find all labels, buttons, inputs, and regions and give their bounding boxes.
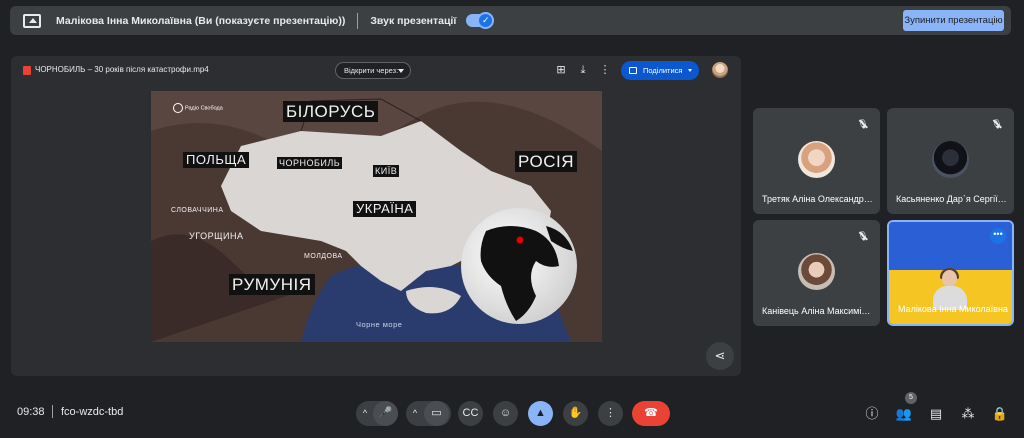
present-screen-icon (23, 13, 41, 28)
emoji-button[interactable]: ☺ (493, 401, 518, 426)
avatar (932, 141, 969, 178)
map-label-chornobyl: ЧОРНОБИЛЬ (277, 157, 343, 169)
participant-name: Третяк Аліна Олександрівна (762, 194, 873, 204)
video-frame[interactable]: Радіо Свобода БІЛОРУСЬ РОСІЯ РУМУНІЯ ПОЛ… (151, 91, 602, 342)
add-comment-icon[interactable]: ⊞ (554, 63, 568, 77)
participant-name: Малікова Інна Миколаївна (898, 304, 1008, 314)
open-with-dropdown[interactable]: Відкрити через: (335, 62, 411, 79)
map-label-kyiv: КИЇВ (373, 165, 400, 177)
captions-button[interactable]: CC (458, 401, 483, 426)
divider (52, 405, 53, 418)
viewer-toolbar: ЧОРНОБИЛЬ – 30 років після катастрофи.mp… (11, 56, 741, 84)
check-icon: ✓ (477, 12, 495, 29)
presentation-audio-toggle[interactable]: ✓ (466, 12, 495, 29)
participant-tile[interactable]: 🎙 Третяк Аліна Олександрівна (753, 108, 880, 214)
map-label-moldova: МОЛДОВА (304, 253, 343, 260)
share-button[interactable]: Поділитися (621, 61, 699, 80)
map-label-poland: ПОЛЬЩА (183, 152, 250, 168)
meet-window: Малікова Інна Миколаївна (Ви (показуєте … (0, 0, 1024, 438)
chevron-down-icon (688, 69, 692, 72)
divider (357, 12, 359, 29)
open-with-label: Відкрити через (344, 66, 397, 75)
more-options-button[interactable]: ⋮ (598, 401, 623, 426)
more-vert-icon[interactable]: ⋮ (598, 63, 612, 77)
map-label-romania: РУМУНІЯ (229, 274, 315, 295)
camera-button[interactable]: ▭ (424, 401, 449, 426)
raise-hand-button[interactable]: ✋ (563, 401, 588, 426)
map-label-hungary: УГОРЩИНА (189, 231, 244, 241)
participant-tile[interactable]: 🎙 Касьяненко Дар`я Сергіївна (887, 108, 1014, 214)
clock: 09:38 (17, 406, 45, 418)
participant-count-badge: 5 (905, 392, 917, 404)
participant-name: Канівець Аліна Максимівна (762, 306, 873, 316)
map-label-ukraine: УКРАЇНА (353, 201, 417, 217)
meeting-code: fco-wzdc-tbd (61, 406, 124, 418)
mic-off-icon: 🎙 (991, 119, 1003, 129)
avatar (798, 253, 835, 290)
map-label-black-sea: Чорне море (356, 320, 403, 329)
activities-icon[interactable]: ⁂ (959, 405, 977, 423)
map-label-slovakia: СЛОВАЧЧИНА (171, 207, 224, 214)
account-avatar[interactable] (712, 62, 728, 78)
participant-tile-self[interactable]: ••• Малікова Інна Миколаївна (887, 220, 1014, 326)
share-icon[interactable]: ⋖ (706, 342, 734, 370)
chevron-up-icon[interactable]: ^ (407, 401, 423, 426)
participant-name: Касьяненко Дар`я Сергіївна (896, 194, 1007, 204)
present-button[interactable]: ▲ (528, 401, 553, 426)
avatar (798, 141, 835, 178)
info-icon[interactable]: ⓘ (863, 405, 881, 423)
map-label-belarus: БІЛОРУСЬ (283, 101, 379, 122)
map-label-russia: РОСІЯ (515, 151, 577, 172)
chat-icon[interactable]: ▤ (927, 405, 945, 423)
more-options-icon[interactable]: ••• (990, 228, 1006, 244)
file-name: ЧОРНОБИЛЬ – 30 років після катастрофи.mp… (35, 65, 209, 74)
stop-presenting-button[interactable]: Зупинити презентацію (903, 10, 1004, 31)
presenter-status-text: Малікова Інна Миколаївна (Ви (показуєте … (56, 14, 346, 27)
share-label: Поділитися (643, 66, 683, 75)
mic-button[interactable]: 🎤 (373, 401, 398, 426)
chevron-up-icon[interactable]: ^ (357, 401, 373, 426)
globe (461, 208, 577, 324)
download-icon[interactable]: ⤓ (576, 63, 590, 77)
presenting-bar: Малікова Інна Миколаївна (Ви (показуєте … (10, 6, 1011, 35)
people-icon[interactable]: 👥 (895, 405, 913, 423)
host-controls-icon[interactable]: 🔒 (991, 405, 1009, 423)
mic-off-icon: 🎙 (857, 231, 869, 241)
leave-call-button[interactable]: ☎ (632, 401, 670, 426)
radio-svoboda-logo: Радіо Свобода (173, 103, 223, 113)
video-file-icon (23, 66, 31, 75)
participant-tile[interactable]: 🎙 Канівець Аліна Максимівна (753, 220, 880, 326)
chevron-down-icon (398, 69, 404, 73)
mic-off-icon: 🎙 (857, 119, 869, 129)
presentation-stage: ЧОРНОБИЛЬ – 30 років після катастрофи.mp… (11, 56, 741, 376)
lock-folder-icon (629, 67, 637, 74)
chornobyl-marker (516, 236, 524, 244)
presentation-audio-label: Звук презентації (370, 14, 457, 27)
logo-text: Радіо Свобода (185, 105, 223, 112)
logo-mark-icon (173, 103, 183, 113)
